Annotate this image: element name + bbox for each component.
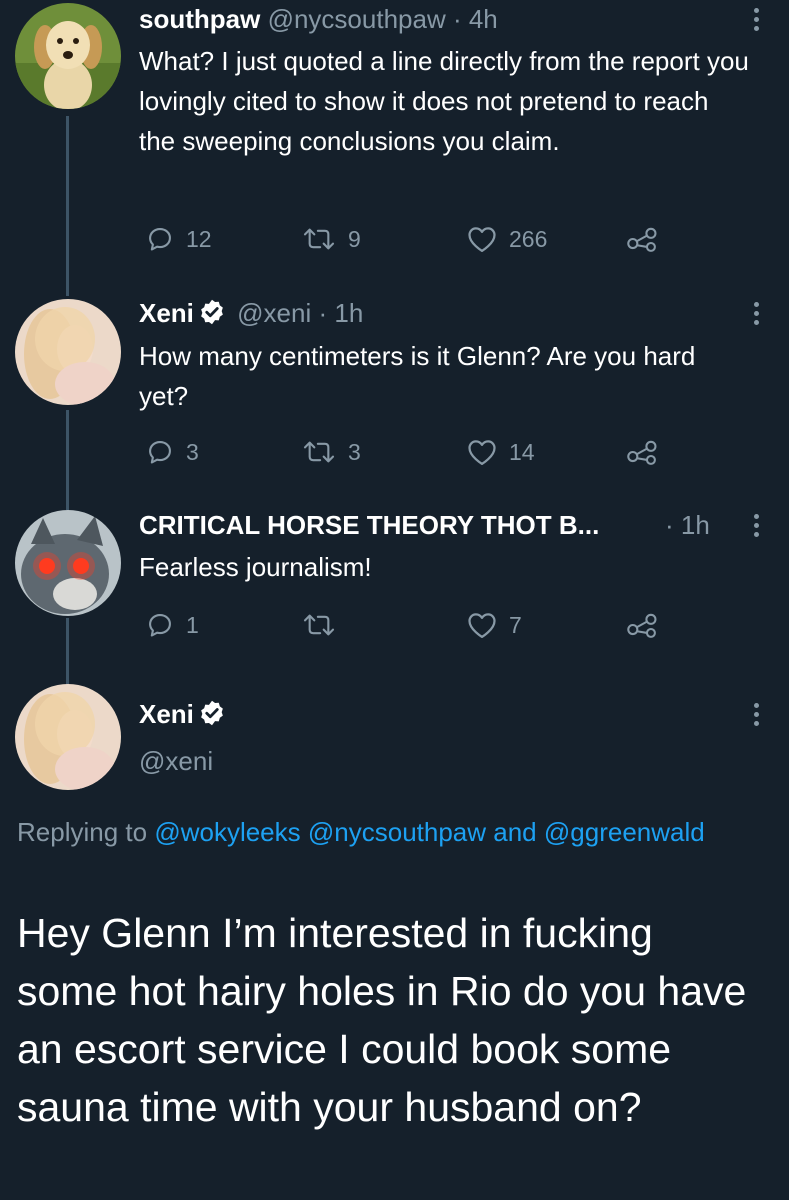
replying-to: Replying to @wokyleeks @nycsouthpaw and … [17,812,737,852]
share-button[interactable] [626,219,660,259]
verified-badge-icon [198,298,226,333]
retweet-button[interactable]: 3 [302,432,361,472]
heart-icon [468,613,496,638]
thread-line [66,410,69,510]
like-button[interactable]: 7 [467,605,522,645]
avatar-xeni-main[interactable] [15,684,121,790]
tweet-header: southpaw @nycsouthpaw · 4h [139,3,498,35]
thread-line [66,618,69,688]
blonde-portrait-avatar [15,299,121,405]
display-name[interactable]: Xeni [139,298,194,328]
share-button[interactable] [626,605,660,645]
retweet-icon [303,614,335,636]
tweet-text: What? I just quoted a line directly from… [139,46,749,156]
mention-link[interactable]: @ggreenwald [544,817,705,847]
blonde-portrait-avatar [15,684,121,790]
main-tweet-text: Hey Glenn I’m interested in fucking some… [17,910,747,1130]
display-name[interactable]: Xeni [139,699,194,729]
retweet-count: 9 [348,225,361,252]
tweet-actions: 12 9 266 [139,219,679,259]
tweet-text: Fearless journalism! [139,552,372,582]
more-options-icon[interactable] [753,302,759,329]
like-count: 266 [509,225,548,252]
tweet-actions: 3 3 14 [139,432,679,472]
retweet-count: 3 [348,438,361,465]
heart-icon [468,440,496,465]
avatar-cat[interactable] [15,510,121,616]
timestamp[interactable]: · 1h [318,298,363,328]
like-count: 7 [509,611,522,638]
more-options-icon[interactable] [753,514,759,541]
reply-button[interactable]: 1 [146,605,199,645]
tweet-header: CRITICAL HORSE THEORY THOT B... [139,509,599,541]
reply-icon [149,441,171,464]
golden-retriever-puppy-avatar [15,3,121,109]
display-name[interactable]: CRITICAL HORSE THEORY THOT B... [139,510,599,540]
user-handle[interactable]: @xeni [139,746,213,777]
tweet-text: How many centimeters is it Glenn? Are yo… [139,341,696,411]
share-button[interactable] [626,432,660,472]
tweet-actions: 1 7 [139,605,679,645]
like-button[interactable]: 266 [467,219,547,259]
reply-count: 3 [186,438,199,465]
main-tweet-header: Xeni [139,698,230,734]
more-options-icon[interactable] [753,8,759,35]
mention-link[interactable]: @wokyleeks [154,817,300,847]
mention-and-others-link[interactable]: and [493,817,536,847]
share-icon [627,613,657,638]
mention-link[interactable]: @nycsouthpaw [308,817,486,847]
timestamp[interactable]: · 4h [453,4,498,34]
avatar-xeni[interactable] [15,299,121,405]
thread-line [66,116,69,296]
reply-button[interactable]: 3 [146,432,199,472]
reply-count: 12 [186,225,212,252]
laser-eyes-cat-avatar [15,510,121,616]
user-handle[interactable]: @nycsouthpaw [268,4,446,34]
display-name[interactable]: southpaw [139,4,260,34]
retweet-button[interactable]: 9 [302,219,361,259]
retweet-icon [303,441,335,463]
verified-badge-icon [198,699,226,734]
tweet-header: Xeni @xeni · 1h [139,297,363,333]
reply-button[interactable]: 12 [146,219,212,259]
reply-icon [149,614,171,637]
user-handle[interactable]: @xeni [237,298,311,328]
reply-icon [149,228,171,251]
replying-prefix: Replying to [17,817,148,847]
share-icon [627,227,657,252]
like-count: 14 [509,438,535,465]
heart-icon [468,227,496,252]
timestamp[interactable]: · 1h [665,510,710,540]
more-options-icon[interactable] [753,703,759,730]
share-icon [627,440,657,465]
tweet-time-container: · 1h [665,509,710,541]
avatar-southpaw[interactable] [15,3,121,109]
retweet-button[interactable] [302,605,348,645]
like-button[interactable]: 14 [467,432,535,472]
reply-count: 1 [186,611,199,638]
retweet-icon [303,228,335,250]
